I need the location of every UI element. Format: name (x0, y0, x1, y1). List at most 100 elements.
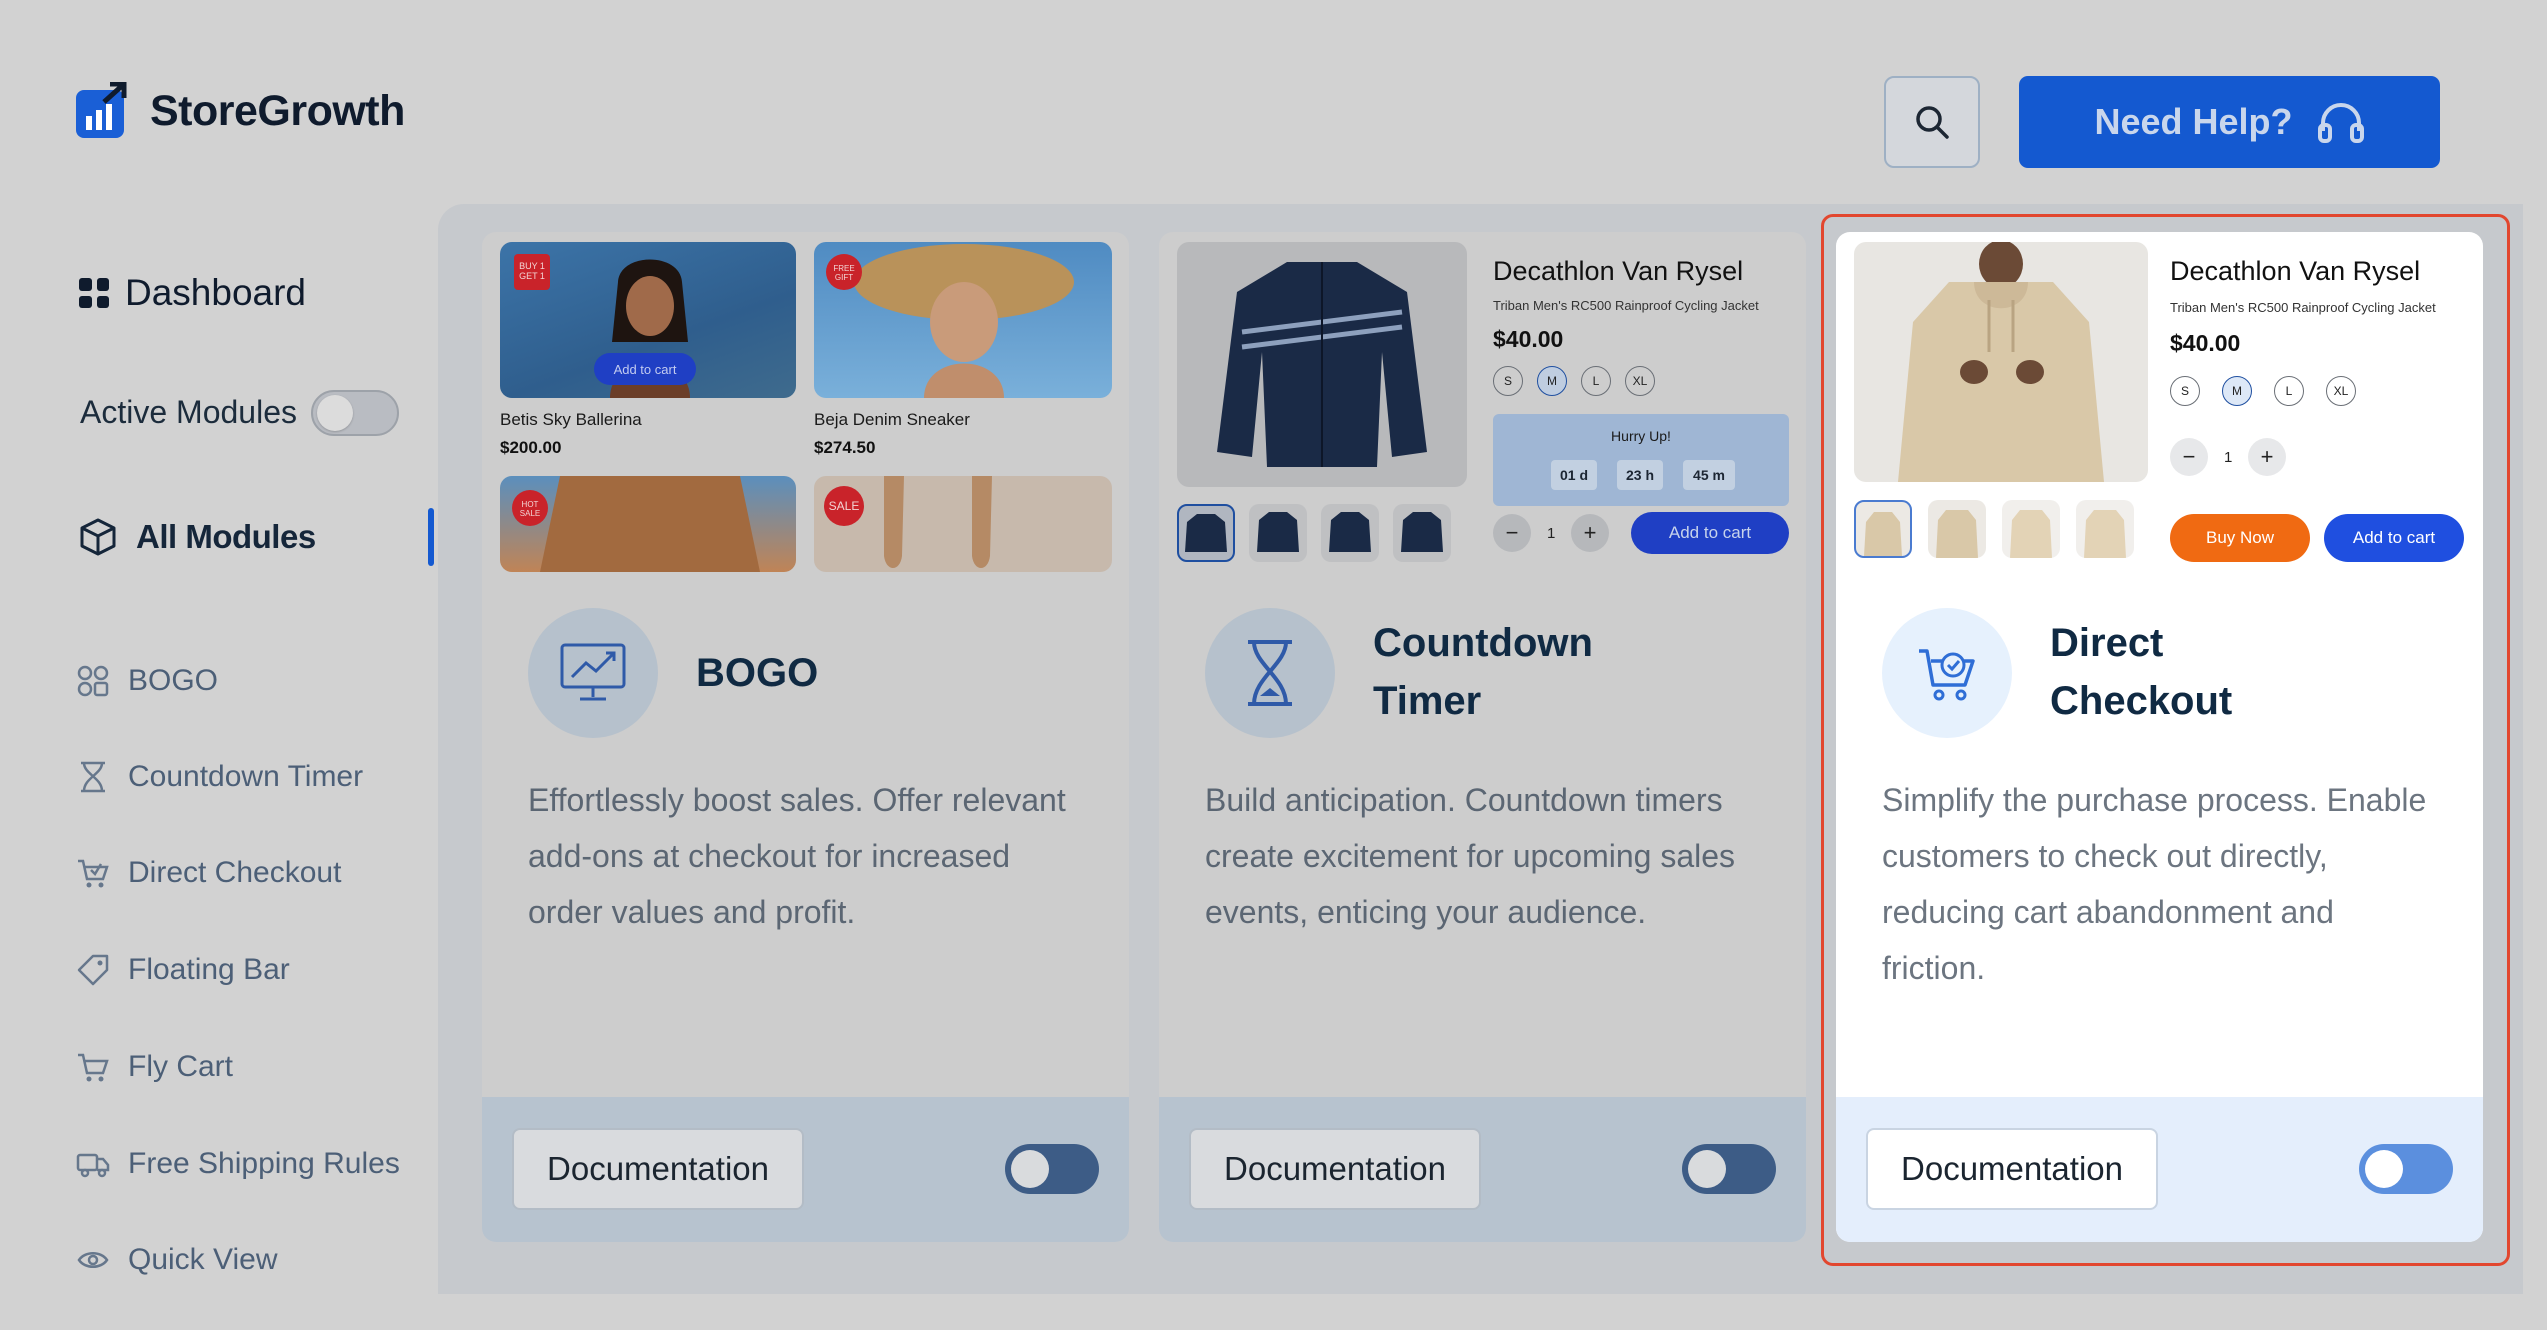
dashboard-label: Dashboard (125, 272, 307, 313)
sidebar-item-dashboard[interactable]: Dashboard (79, 272, 306, 314)
all-modules-label: All Modules (136, 518, 316, 555)
truck-icon (76, 1153, 110, 1178)
module-card-countdown-timer: Decathlon Van Rysel Triban Men's RC500 R… (1159, 232, 1806, 1242)
sidebar-item-quick-view[interactable]: Quick View (76, 1243, 278, 1277)
size-option[interactable]: XL (1625, 366, 1655, 396)
jacket-thumb (1401, 512, 1443, 552)
qty-increase-button[interactable]: + (1571, 514, 1609, 552)
headset-icon (2317, 103, 2364, 143)
dashboard-grid-icon (79, 278, 109, 308)
thumbnail[interactable] (1321, 504, 1379, 562)
sidebar-item-label: Fly Cart (128, 1050, 233, 1083)
highlight-frame (1821, 214, 2510, 1266)
active-indicator (428, 508, 434, 566)
eye-icon (77, 1252, 109, 1268)
product-price: $200.00 (500, 438, 562, 457)
hot-sale-badge: HOT SALE (512, 490, 548, 526)
bogo-badge: BUY 1 GET 1 (514, 254, 550, 290)
add-to-cart-button[interactable]: Add to cart (594, 353, 696, 385)
card-description: Effortlessly boost sales. Offer relevant… (528, 782, 1066, 930)
monitor-chart-icon (560, 643, 626, 701)
brand-logo[interactable]: StoreGrowth (74, 82, 405, 140)
sidebar-item-label: Direct Checkout (128, 856, 342, 889)
card-title-line2: Timer (1373, 679, 1482, 723)
card-title-line1: Countdown (1373, 621, 1593, 665)
sidebar-item-label: Free Shipping Rules (128, 1147, 400, 1180)
free-gift-badge: FREE GIFT (826, 254, 862, 290)
jacket-thumb (1329, 512, 1371, 552)
product-name: Beja Denim Sneaker (814, 410, 970, 429)
search-icon (1916, 106, 1949, 139)
sidebar-item-label: Floating Bar (128, 953, 290, 986)
sidebar-item-all-modules[interactable]: All Modules (78, 517, 316, 557)
need-help-button[interactable]: Need Help? (2019, 76, 2440, 168)
active-modules-toggle[interactable] (311, 390, 399, 436)
product-image: FREE GIFT (814, 242, 1112, 398)
product-subtitle: Triban Men's RC500 Rainproof Cycling Jac… (1493, 298, 1759, 313)
sidebar-item-fly-cart[interactable]: Fly Cart (76, 1050, 233, 1084)
toggle-knob (1688, 1150, 1726, 1188)
timer-minutes: 45 m (1683, 460, 1735, 490)
size-option[interactable]: S (1493, 366, 1523, 396)
size-option[interactable]: L (1581, 366, 1611, 396)
cart-check-icon (78, 859, 109, 888)
active-modules-label: Active Modules (80, 394, 297, 430)
card-title-line1: BOGO (696, 651, 819, 695)
shoes-photo (884, 476, 992, 568)
tag-icon (77, 954, 109, 986)
timer-hours: 23 h (1617, 460, 1663, 490)
product-image: HOT SALE (500, 476, 796, 572)
bogo-module-toggle[interactable] (1005, 1144, 1099, 1194)
thumbnail-selected[interactable] (1177, 504, 1235, 562)
sidebar-item-floating-bar[interactable]: Floating Bar (76, 953, 290, 987)
documentation-button[interactable]: Documentation (512, 1128, 804, 1210)
card-title: Countdown Timer (1373, 614, 1593, 730)
bogo-preview: BUY 1 GET 1 Add to cart FREE GIFT Betis … (500, 242, 1112, 572)
toggle-knob (1011, 1150, 1049, 1188)
hurry-label: Hurry Up! (1611, 428, 1671, 444)
product-price: $40.00 (1493, 326, 1564, 352)
card-footer: Documentation (482, 1097, 1129, 1242)
countdown-module-toggle[interactable] (1682, 1144, 1776, 1194)
sidebar-item-countdown-timer[interactable]: Countdown Timer (76, 760, 363, 794)
sidebar-item-free-shipping-rules[interactable]: Free Shipping Rules (76, 1147, 400, 1181)
product-name: Betis Sky Ballerina (500, 410, 642, 429)
add-to-cart-button[interactable]: Add to cart (1631, 512, 1789, 554)
bogo-module-icon-circle (528, 608, 658, 738)
storegrowth-logo-icon (76, 82, 127, 138)
dress-photo (540, 476, 760, 572)
need-help-label: Need Help? (2094, 101, 2293, 142)
jacket-thumb (1185, 514, 1227, 552)
countdown-preview: Decathlon Van Rysel Triban Men's RC500 R… (1177, 242, 1789, 572)
countdown-box: Hurry Up! 01 d 23 h 45 m (1493, 414, 1789, 506)
thumbnail[interactable] (1249, 504, 1307, 562)
size-option-selected[interactable]: M (1537, 366, 1567, 396)
countdown-module-icon-circle (1205, 608, 1335, 738)
product-image (1177, 242, 1467, 487)
jacket-photo (1217, 262, 1427, 467)
product-image: SALE (814, 476, 1112, 572)
toggle-knob (317, 395, 353, 431)
product-name: Decathlon Van Rysel (1493, 256, 1744, 286)
sidebar-item-direct-checkout[interactable]: Direct Checkout (76, 856, 341, 890)
qty-decrease-button[interactable]: − (1493, 514, 1531, 552)
cube-icon (80, 518, 116, 556)
documentation-button[interactable]: Documentation (1189, 1128, 1481, 1210)
sidebar-item-label: BOGO (128, 664, 219, 697)
card-footer: Documentation (1159, 1097, 1806, 1242)
hourglass-icon (81, 761, 105, 793)
cart-icon (78, 1053, 109, 1082)
sidebar-item-label: Countdown Timer (128, 760, 364, 793)
product-image: BUY 1 GET 1 Add to cart (500, 242, 796, 398)
module-card-bogo: BUY 1 GET 1 Add to cart FREE GIFT Betis … (482, 232, 1129, 1242)
sidebar-item-bogo[interactable]: BOGO (76, 664, 218, 698)
sale-badge: SALE (824, 486, 864, 526)
card-description: Build anticipation. Countdown timers cre… (1205, 782, 1736, 930)
card-title: BOGO (696, 644, 818, 702)
search-button[interactable] (1884, 76, 1980, 168)
sidebar-item-label: Quick View (128, 1243, 278, 1276)
jacket-thumb (1257, 512, 1299, 552)
thumbnail[interactable] (1393, 504, 1451, 562)
qty-value: 1 (1547, 525, 1556, 542)
timer-days: 01 d (1551, 460, 1597, 490)
